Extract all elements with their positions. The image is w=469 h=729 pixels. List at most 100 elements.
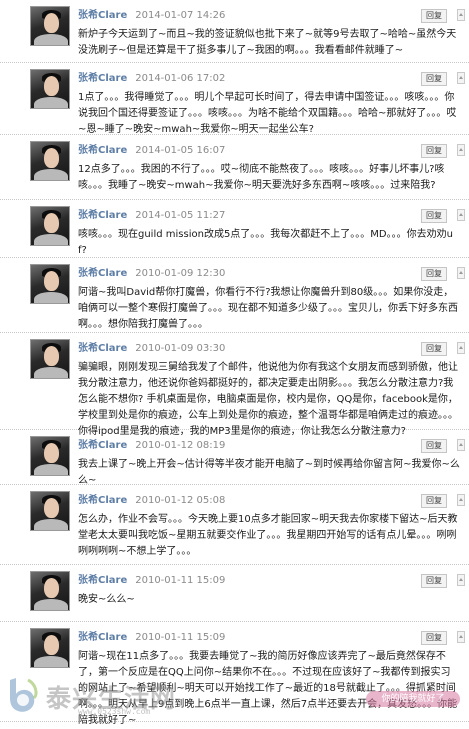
avatar[interactable] [30, 491, 70, 531]
author-name[interactable]: 张希Clare [78, 73, 127, 84]
scroll-up-arrow-icon[interactable] [457, 494, 465, 506]
avatar-shirt [34, 599, 68, 610]
avatar-face [44, 578, 59, 598]
watermark-tagline: 你的陪我就好了 [366, 691, 460, 707]
post-item: 张希Clare 2010-01-12 08:19 回复 我去上课了~晚上开会~估计得等… [0, 430, 469, 486]
post-item: 张希Clare 2010-01-09 12:30 回复阿谐~我叫David帮你打魔兽… [0, 258, 469, 333]
post-text: 1点了。。。我得睡觉了。。。明儿个早起可长时间了，得去申请中国签证。。。咳咳。。… [78, 92, 457, 135]
scroll-up-arrow-icon[interactable] [457, 9, 465, 21]
avatar-shirt [34, 656, 68, 667]
avatar[interactable] [30, 571, 70, 611]
post-item: 张希Clare 2010-01-12 05:08 回复怎么办，作业不会写。。。今天晚… [0, 485, 469, 565]
avatar-shirt [34, 464, 68, 475]
post-meta: 张希Clare 2010-01-11 15:09 [78, 631, 225, 645]
post-text: 新炉子今天运到了~而且~我的签证貌似也批下来了~就等9号去取了~哈哈~虽然今天没… [78, 29, 457, 56]
avatar-face [44, 498, 59, 518]
post-text: 怎么办，作业不会写。。。今天晚上要10点多才能回家~明天我去你家楼下留达~后天教… [78, 514, 458, 557]
author-name[interactable]: 张希Clare [78, 495, 127, 506]
author-name[interactable]: 张希Clare [78, 632, 127, 643]
scroll-up-arrow-icon[interactable] [457, 342, 465, 354]
reply-button[interactable]: 回复 [421, 144, 447, 158]
avatar[interactable] [30, 628, 70, 668]
post-meta: 张希Clare 2010-01-09 03:30 [78, 342, 225, 356]
post-date: 2014-01-05 16:07 [135, 145, 226, 156]
post-date: 2010-01-11 15:09 [135, 575, 226, 586]
post-date: 2014-01-06 17:02 [135, 73, 226, 84]
reply-button[interactable]: 回复 [421, 267, 447, 281]
post-item: 张希Clare 2014-01-05 11:27 回复咳咳。。。现在guild mi… [0, 200, 469, 258]
author-name[interactable]: 张希Clare [78, 440, 127, 451]
avatar[interactable] [30, 436, 70, 476]
avatar-shirt [34, 292, 68, 303]
post-date: 2014-01-07 14:26 [135, 10, 226, 21]
scroll-up-arrow-icon[interactable] [457, 439, 465, 451]
post-item: 张希Clare 2014-01-06 17:02 回复 1点了。。。我得睡觉了。。。明… [0, 63, 469, 135]
author-name[interactable]: 张希Clare [78, 210, 127, 221]
avatar[interactable] [30, 141, 70, 181]
avatar-shirt [34, 519, 68, 530]
avatar-face [44, 76, 59, 96]
avatar-face [44, 213, 59, 233]
post-meta: 张希Clare 2010-01-12 05:08 [78, 494, 225, 508]
post-meta: 张希Clare 2014-01-05 16:07 [78, 144, 225, 158]
avatar-shirt [34, 367, 68, 378]
avatar-shirt [34, 234, 68, 245]
author-name[interactable]: 张希Clare [78, 575, 127, 586]
avatar-face [44, 13, 59, 33]
avatar[interactable] [30, 6, 70, 46]
author-name[interactable]: 张希Clare [78, 268, 127, 279]
reply-button[interactable]: 回复 [421, 631, 447, 645]
reply-button[interactable]: 回复 [421, 9, 447, 23]
post-meta: 张希Clare 2014-01-06 17:02 [78, 72, 225, 86]
avatar-face [44, 271, 59, 291]
post-text: 骗骗眼，刚刚发现三舅给我发了个邮件，他说他为你有我这个女朋友而感到骄傲，他让我分… [78, 362, 458, 437]
avatar[interactable] [30, 69, 70, 109]
post-text: 晚安~么么~ [78, 594, 135, 605]
post-date: 2010-01-12 08:19 [135, 440, 226, 451]
post-date: 2010-01-11 15:09 [135, 632, 226, 643]
avatar-shirt [34, 97, 68, 108]
post-item: 张希Clare 2014-01-07 14:26 回复新炉子今天运到了~而且~我的签… [0, 0, 469, 63]
post-item: 张希Clare 2010-01-09 03:30 回复骗骗眼，刚刚发现三舅给我发了个… [0, 333, 469, 437]
avatar-face [44, 635, 59, 655]
post-date: 2010-01-09 03:30 [135, 343, 226, 354]
post-meta: 张希Clare 2014-01-05 11:27 [78, 209, 225, 223]
post-meta: 张希Clare 2010-01-09 12:30 [78, 267, 225, 281]
site-logo-icon [10, 678, 38, 712]
watermark-url: www.0523shw.com [78, 707, 151, 716]
reply-button[interactable]: 回复 [421, 72, 447, 86]
avatar[interactable] [30, 206, 70, 246]
avatar-shirt [34, 169, 68, 180]
scroll-up-arrow-icon[interactable] [457, 631, 465, 643]
scroll-up-arrow-icon[interactable] [457, 72, 465, 84]
post-date: 2014-01-05 11:27 [135, 210, 226, 221]
reply-button[interactable]: 回复 [421, 209, 447, 223]
reply-button[interactable]: 回复 [421, 574, 447, 588]
post-text: 阿谐~我叫David帮你打魔兽，你看行不行?我想让你魔兽升到80级。。。如果你没… [78, 287, 458, 330]
post-meta: 张希Clare 2014-01-07 14:26 [78, 9, 225, 23]
avatar-face [44, 443, 59, 463]
post-item: 张希Clare 2014-01-05 16:07 回复 12点多了。。。我困的不行了。… [0, 135, 469, 200]
author-name[interactable]: 张希Clare [78, 343, 127, 354]
avatar[interactable] [30, 339, 70, 379]
post-meta: 张希Clare 2010-01-11 15:09 [78, 574, 225, 588]
scroll-up-arrow-icon[interactable] [457, 209, 465, 221]
avatar-face [44, 346, 59, 366]
scroll-up-arrow-icon[interactable] [457, 144, 465, 156]
reply-button[interactable]: 回复 [421, 494, 447, 508]
author-name[interactable]: 张希Clare [78, 10, 127, 21]
post-date: 2010-01-09 12:30 [135, 268, 226, 279]
author-name[interactable]: 张希Clare [78, 145, 127, 156]
post-date: 2010-01-12 05:08 [135, 495, 226, 506]
avatar[interactable] [30, 264, 70, 304]
avatar-shirt [34, 34, 68, 45]
post-text: 咳咳。。。现在guild mission改成5点了。。。我每次都赶不上了。。。M… [78, 229, 453, 256]
avatar-face [44, 148, 59, 168]
post-meta: 张希Clare 2010-01-12 08:19 [78, 439, 225, 453]
scroll-up-arrow-icon[interactable] [457, 267, 465, 279]
reply-button[interactable]: 回复 [421, 439, 447, 453]
post-item: 张希Clare 2010-01-11 15:09 回复晚安~么么~ [0, 565, 469, 622]
scroll-up-arrow-icon[interactable] [457, 574, 465, 586]
reply-button[interactable]: 回复 [421, 342, 447, 356]
post-text: 12点多了。。。我困的不行了。。。哎~彻底不能熬夜了。。。咳咳。。。好事儿坏事儿… [78, 164, 445, 191]
